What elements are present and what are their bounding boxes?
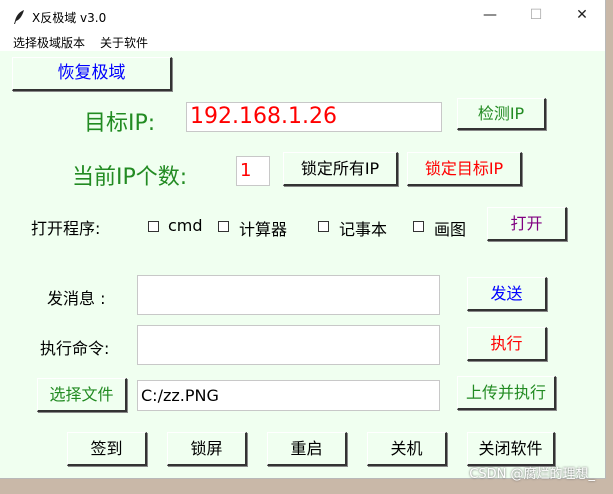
send-button[interactable]: 发送 — [467, 277, 547, 311]
choose-file-button[interactable]: 选择文件 — [37, 378, 127, 412]
notepad-checkbox[interactable] — [318, 221, 329, 232]
restore-button[interactable]: 恢复极域 — [12, 57, 172, 91]
lock-target-ip-button[interactable]: 锁定目标IP — [407, 152, 522, 186]
minimize-button[interactable]: — — [467, 0, 513, 31]
cmd-label: cmd — [168, 216, 203, 235]
ip-count-input[interactable]: 1 — [236, 156, 270, 186]
paint-checkbox[interactable] — [413, 221, 424, 232]
detect-ip-button[interactable]: 检测IP — [457, 98, 546, 130]
command-label: 执行命令: — [40, 339, 110, 358]
lock-all-ip-button[interactable]: 锁定所有IP — [283, 152, 398, 186]
main-panel: 恢复极域 目标IP: 192.168.1.26 检测IP 当前IP个数: 1 锁… — [0, 51, 605, 478]
file-path-input[interactable]: C:/zz.PNG — [137, 380, 440, 411]
calculator-checkbox[interactable] — [218, 221, 229, 232]
shutdown-button[interactable]: 关机 — [367, 432, 447, 466]
maximize-button[interactable]: ☐ — [513, 0, 559, 31]
paint-label: 画图 — [434, 220, 467, 239]
execute-button[interactable]: 执行 — [467, 327, 547, 361]
window-title: X反极域 v3.0 — [32, 11, 107, 25]
restart-button[interactable]: 重启 — [267, 432, 347, 466]
title-bar[interactable]: X反极域 v3.0 — ☐ ✕ — [0, 0, 605, 31]
feather-icon — [14, 10, 24, 24]
open-program-label: 打开程序: — [31, 219, 101, 238]
menu-select-version[interactable]: 选择极域版本 — [13, 34, 85, 51]
menu-about[interactable]: 关于软件 — [100, 34, 148, 51]
menu-bar: 选择极域版本 关于软件 — [0, 31, 605, 51]
target-ip-label: 目标IP: — [84, 111, 156, 136]
target-ip-input[interactable]: 192.168.1.26 — [186, 102, 442, 132]
close-app-button[interactable]: 关闭软件 — [467, 432, 555, 466]
notepad-label: 记事本 — [339, 220, 388, 239]
upload-execute-button[interactable]: 上传并执行 — [457, 376, 556, 410]
open-program-button[interactable]: 打开 — [487, 207, 567, 241]
calculator-label: 计算器 — [239, 220, 288, 239]
close-button[interactable]: ✕ — [559, 0, 605, 31]
ip-count-label: 当前IP个数: — [72, 165, 188, 190]
command-input[interactable] — [137, 325, 440, 365]
message-input[interactable] — [137, 275, 440, 315]
app-window: X反极域 v3.0 — ☐ ✕ 选择极域版本 关于软件 恢复极域 目标IP: 1… — [0, 0, 606, 479]
cmd-checkbox[interactable] — [148, 221, 159, 232]
checkin-button[interactable]: 签到 — [67, 432, 147, 466]
lock-screen-button[interactable]: 锁屏 — [167, 432, 247, 466]
csdn-watermark: CSDN @腐烂的理想_ — [469, 467, 595, 482]
message-label: 发消息 : — [47, 289, 106, 308]
